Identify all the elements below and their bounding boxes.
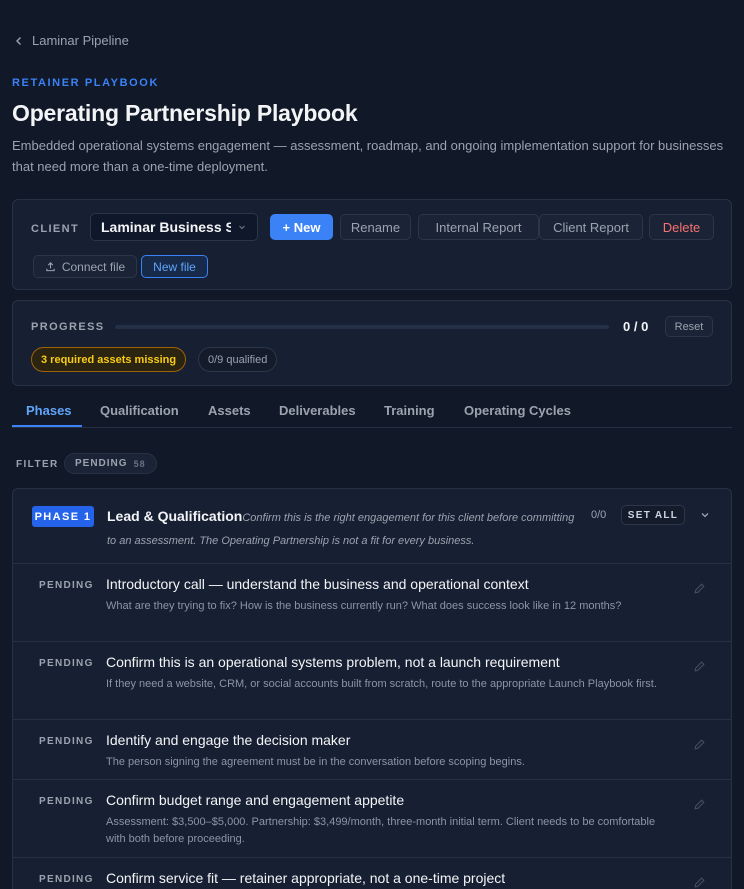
progress-panel: PROGRESS 0 / 0 Reset 3 required assets m… [12, 300, 732, 386]
tab-phases[interactable]: Phases [26, 403, 72, 418]
phase-title: Lead & Qualification [107, 508, 243, 524]
item-title: Confirm this is an operational systems p… [106, 654, 560, 670]
item-title: Introductory call — understand the busin… [106, 576, 529, 592]
list-item[interactable]: PENDING Confirm service fit — retainer a… [13, 858, 731, 889]
progress-bar [115, 325, 609, 329]
item-description: Assessment: $3,500–$5,000. Partnership: … [106, 816, 656, 845]
chevron-down-icon [239, 225, 245, 230]
pencil-icon[interactable] [693, 582, 706, 595]
delete-button[interactable]: Delete [649, 214, 714, 240]
connect-file-label: Connect file [61, 259, 126, 274]
list-item[interactable]: PENDING Confirm budget range and engagem… [13, 780, 731, 858]
internal-report-button[interactable]: Internal Report [418, 214, 539, 240]
new-file-button[interactable]: New file [141, 255, 208, 278]
client-report-button[interactable]: Client Report [539, 214, 643, 240]
active-tab-indicator [12, 425, 82, 427]
item-description: If they need a website, CRM, or social a… [106, 678, 657, 690]
rename-button[interactable]: Rename [340, 214, 411, 240]
item-status[interactable]: PENDING [39, 874, 94, 885]
item-status[interactable]: PENDING [39, 580, 94, 591]
reset-button[interactable]: Reset [665, 316, 713, 337]
item-description: The person signing the agreement must be… [106, 756, 525, 768]
item-status[interactable]: PENDING [39, 796, 94, 807]
filter-label: FILTER [16, 459, 59, 470]
item-status[interactable]: PENDING [39, 736, 94, 747]
missing-assets-badge[interactable]: 3 required assets missing [31, 347, 187, 372]
client-select-value: Laminar Business S [101, 219, 231, 235]
progress-label: PROGRESS [31, 321, 105, 333]
list-item[interactable]: PENDING Introductory call — understand t… [13, 564, 731, 642]
phase-heading: Lead & QualificationConfirm this is the … [107, 505, 577, 552]
upload-icon [46, 262, 55, 272]
filter-chip-pending[interactable]: PENDING 58 [64, 453, 157, 474]
client-select[interactable]: Laminar Business S [90, 213, 258, 241]
item-description: What are they trying to fix? How is the … [106, 600, 622, 612]
phase-badge: PHASE 1 [32, 506, 94, 527]
tab-operating-cycles[interactable]: Operating Cycles [464, 403, 571, 418]
item-title: Confirm budget range and engagement appe… [106, 792, 405, 808]
phase-card: PHASE 1 Lead & QualificationConfirm this… [12, 488, 732, 889]
tab-bar: Phases Qualification Assets Deliverables… [12, 394, 732, 428]
qualified-badge: 0/9 qualified [198, 347, 278, 372]
page-title: Operating Partnership Playbook [12, 100, 358, 126]
client-panel: CLIENT Laminar Business S + New Rename I… [12, 199, 732, 290]
progress-count: 0 / 0 [623, 319, 649, 334]
connect-file-button[interactable]: Connect file [33, 255, 137, 278]
pencil-icon[interactable] [693, 798, 706, 811]
item-title: Identify and engage the decision maker [106, 732, 351, 748]
tab-qualification[interactable]: Qualification [100, 403, 179, 418]
back-link[interactable]: Laminar Pipeline [14, 33, 129, 48]
pencil-icon[interactable] [693, 660, 706, 673]
tab-training[interactable]: Training [384, 403, 435, 418]
client-label: CLIENT [31, 223, 80, 235]
chevron-left-icon [16, 36, 21, 45]
phase-header[interactable]: PHASE 1 Lead & QualificationConfirm this… [13, 489, 731, 564]
back-link-label: Laminar Pipeline [32, 33, 129, 48]
page-subtitle: Embedded operational systems engagement … [12, 138, 724, 174]
filter-chip-label: PENDING [75, 458, 128, 469]
filter-chip-count: 58 [133, 458, 146, 469]
phase-count: 0/0 [591, 509, 607, 521]
pencil-icon[interactable] [693, 876, 706, 889]
tab-assets[interactable]: Assets [208, 403, 251, 418]
tab-deliverables[interactable]: Deliverables [279, 403, 356, 418]
list-item[interactable]: PENDING Identify and engage the decision… [13, 720, 731, 780]
item-title: Confirm service fit — retainer appropria… [106, 870, 506, 886]
item-status[interactable]: PENDING [39, 658, 94, 669]
pencil-icon[interactable] [693, 738, 706, 751]
list-item[interactable]: PENDING Confirm this is an operational s… [13, 642, 731, 720]
page-eyebrow: RETAINER PLAYBOOK [12, 77, 159, 89]
set-all-button[interactable]: SET ALL [621, 505, 685, 525]
new-client-button[interactable]: + New [270, 214, 333, 240]
chevron-down-icon[interactable] [699, 509, 711, 521]
